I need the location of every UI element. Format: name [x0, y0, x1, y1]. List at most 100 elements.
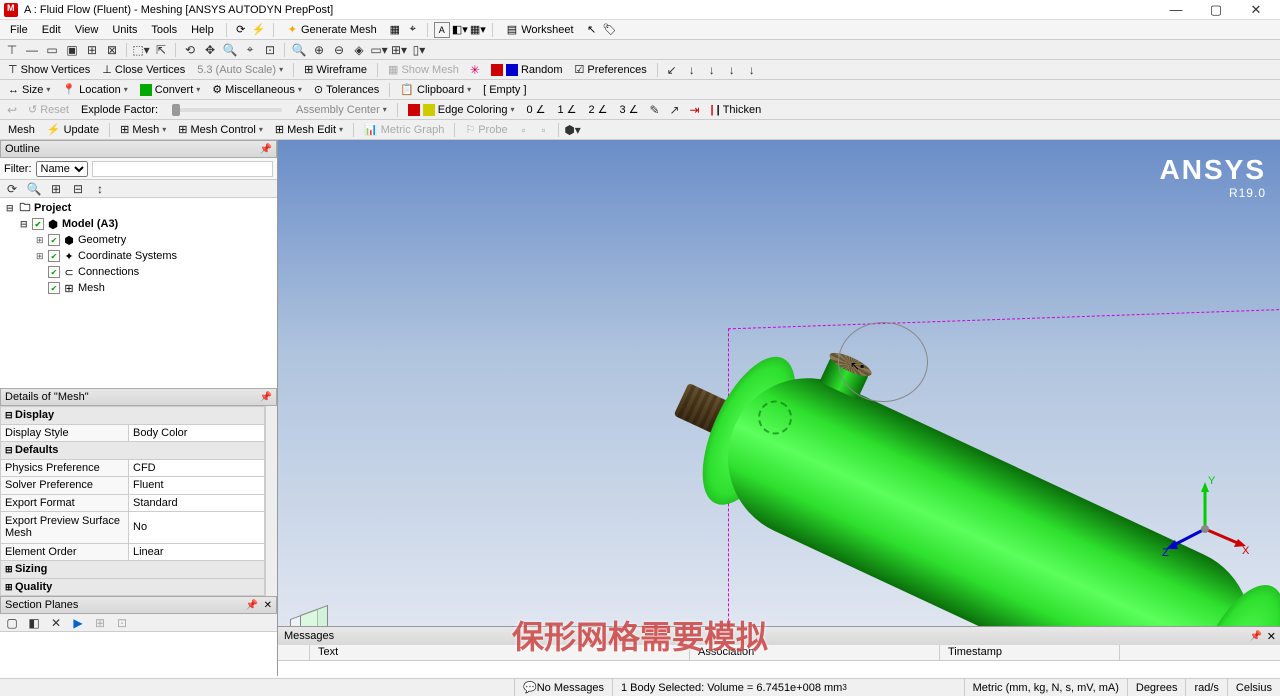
search-tree-icon[interactable]: 🔍	[26, 181, 42, 197]
refresh-tree-icon[interactable]: ⟳	[4, 181, 20, 197]
mesh-control-dropdown[interactable]: ⊞ Mesh Control ▾	[174, 122, 267, 137]
msg-col-assoc[interactable]: Association	[690, 645, 940, 660]
messages-close-icon[interactable]: ✕	[1267, 630, 1276, 643]
filter-input[interactable]	[92, 161, 274, 177]
annotation-a-icon[interactable]: A	[434, 22, 450, 38]
filter-body-icon[interactable]: ▣	[64, 42, 80, 58]
menu-view[interactable]: View	[69, 22, 105, 38]
details-table[interactable]: ⊟Display Display StyleBody Color ⊟Defaul…	[0, 406, 265, 596]
axis-all-icon[interactable]: ↓	[744, 62, 760, 78]
generate-mesh-button[interactable]: ✦Generate Mesh	[280, 21, 385, 38]
mesh-dropdown[interactable]: ⊞ Mesh ▾	[116, 122, 170, 137]
solve-icon[interactable]: ⚡	[251, 22, 267, 38]
preferences-button[interactable]: ☑ Preferences	[571, 62, 651, 77]
menu-file[interactable]: File	[4, 22, 34, 38]
pan-icon[interactable]: ✥	[202, 42, 218, 58]
thicken-button[interactable]: || Thicken	[707, 103, 766, 117]
magnify-icon[interactable]: ⊕	[311, 42, 327, 58]
tree-connections[interactable]: ✔⊂Connections	[2, 264, 275, 280]
iso-view-icon[interactable]: ◈	[351, 42, 367, 58]
msg-col-icon[interactable]	[278, 645, 310, 660]
update-button[interactable]: ⚡Update	[43, 122, 103, 137]
details-pin-icon[interactable]: 📌	[260, 392, 272, 403]
edge-1-button[interactable]: 1∠	[554, 102, 581, 117]
location-dropdown[interactable]: 📍 Location ▾	[58, 82, 131, 97]
tag-icon[interactable]: 🏷	[602, 22, 618, 38]
row-display-style[interactable]: Display StyleBody Color	[1, 424, 265, 442]
filter-element-icon[interactable]: ⊠	[104, 42, 120, 58]
pointer-icon[interactable]: ↖	[584, 22, 600, 38]
prev-view-icon[interactable]: ⊖	[331, 42, 347, 58]
tree-coord-systems[interactable]: ⊞✔✦Coordinate Systems	[2, 248, 275, 264]
tree-geometry[interactable]: ⊞✔⬢Geometry	[2, 232, 275, 248]
sp-edit-icon[interactable]: ◧	[26, 615, 42, 631]
details-scrollbar[interactable]	[265, 406, 277, 596]
maximize-button[interactable]: ▢	[1196, 2, 1236, 18]
status-messages[interactable]: 💬 No Messages	[514, 679, 612, 696]
edge-0-button[interactable]: 0∠	[523, 102, 550, 117]
row-order[interactable]: Element OrderLinear	[1, 543, 265, 561]
section-planes-close-icon[interactable]: ✕	[264, 600, 272, 611]
tree-project[interactable]: ⊟🗀Project	[2, 200, 275, 216]
orientation-triad[interactable]: Y X Z	[1160, 474, 1250, 564]
edge-direction-icon[interactable]: ⇥	[687, 102, 703, 118]
menu-units[interactable]: Units	[106, 22, 143, 38]
filter-type-select[interactable]: Name	[36, 161, 88, 177]
status-temp[interactable]: Celsius	[1227, 679, 1280, 696]
filter-face-icon[interactable]: ▭	[44, 42, 60, 58]
section-planes-list[interactable]	[0, 632, 277, 676]
row-export[interactable]: Export FormatStandard	[1, 494, 265, 512]
outline-tree[interactable]: ⊟🗀Project ⊟✔⬢Model (A3) ⊞✔⬢Geometry ⊞✔✦C…	[0, 198, 277, 388]
select-mode-icon[interactable]: ⬚▾	[133, 42, 149, 58]
outline-pin-icon[interactable]: 📌	[260, 144, 272, 155]
size-dropdown[interactable]: ↔ Size ▾	[4, 83, 54, 97]
wireframe-button[interactable]: ⊞ Wireframe	[300, 62, 371, 77]
filter-vertex-icon[interactable]: ⊤	[4, 42, 20, 58]
section-planes-pin-icon[interactable]: 📌	[246, 600, 258, 611]
convert-dropdown[interactable]: Convert ▾	[136, 83, 205, 97]
show-vertices-button[interactable]: ⊤ Show Vertices	[4, 62, 94, 77]
messages-pin-icon[interactable]: 📌	[1250, 631, 1262, 642]
msg-col-ts[interactable]: Timestamp	[940, 645, 1120, 660]
sp-delete-icon[interactable]: ✕	[48, 615, 64, 631]
probe-tool-icon[interactable]: ⌖	[405, 22, 421, 38]
row-physics[interactable]: Physics PreferenceCFD	[1, 459, 265, 477]
edge-3-button[interactable]: 3∠	[616, 102, 643, 117]
axis-l-icon[interactable]: ↙	[664, 62, 680, 78]
close-button[interactable]: ✕	[1236, 2, 1276, 18]
display-option-icon[interactable]: ⬢▾	[565, 122, 581, 138]
chart-icon[interactable]: ◧▾	[452, 22, 468, 38]
tree-model[interactable]: ⊟✔⬢Model (A3)	[2, 216, 275, 232]
graphics-viewport[interactable]: ↖▪ ANSYS R19.0 Y X Z Geometry Print Prev…	[278, 140, 1280, 676]
manage-views-icon[interactable]: ⊞▾	[391, 42, 407, 58]
edge-2-button[interactable]: 2∠	[585, 102, 612, 117]
menu-edit[interactable]: Edit	[36, 22, 67, 38]
rotate-icon[interactable]: ⟲	[182, 42, 198, 58]
explode-slider[interactable]	[172, 108, 282, 112]
split-view-icon[interactable]: ▯▾	[411, 42, 427, 58]
close-vertices-button[interactable]: ⊥ Close Vertices	[98, 62, 189, 77]
edge-arrow-icon[interactable]: ↗	[667, 102, 683, 118]
row-preview[interactable]: Export Preview Surface MeshNo	[1, 512, 265, 544]
tree-mesh[interactable]: ✔⊞Mesh	[2, 280, 275, 296]
tolerances-button[interactable]: ⊙ Tolerances	[310, 82, 383, 97]
sort-tree-icon[interactable]: ↕	[92, 181, 108, 197]
filter-node-icon[interactable]: ⊞	[84, 42, 100, 58]
status-angle[interactable]: Degrees	[1127, 679, 1186, 696]
clipboard-dropdown[interactable]: 📋 Clipboard ▾	[396, 82, 475, 97]
row-solver[interactable]: Solver PreferenceFluent	[1, 477, 265, 495]
menu-tools[interactable]: Tools	[145, 22, 183, 38]
misc-dropdown[interactable]: ⚙ Miscellaneous ▾	[208, 82, 306, 97]
msg-col-text[interactable]: Text	[310, 645, 690, 660]
extend-icon[interactable]: ⇱	[153, 42, 169, 58]
axis-y-icon[interactable]: ↓	[704, 62, 720, 78]
collapse-all-icon[interactable]: ⊟	[70, 181, 86, 197]
edge-selected-icon[interactable]: ✎	[647, 102, 663, 118]
box-zoom-icon[interactable]: ⌖	[242, 42, 258, 58]
sp-new-icon[interactable]: ▢	[4, 615, 20, 631]
refresh-icon[interactable]: ⟳	[233, 22, 249, 38]
assembly-center-dropdown[interactable]: Assembly Center ▾	[292, 103, 391, 117]
mesh-tab[interactable]: Mesh	[4, 123, 39, 137]
zoom-icon[interactable]: 🔍	[222, 42, 238, 58]
sp-play-icon[interactable]: ▶	[70, 615, 86, 631]
